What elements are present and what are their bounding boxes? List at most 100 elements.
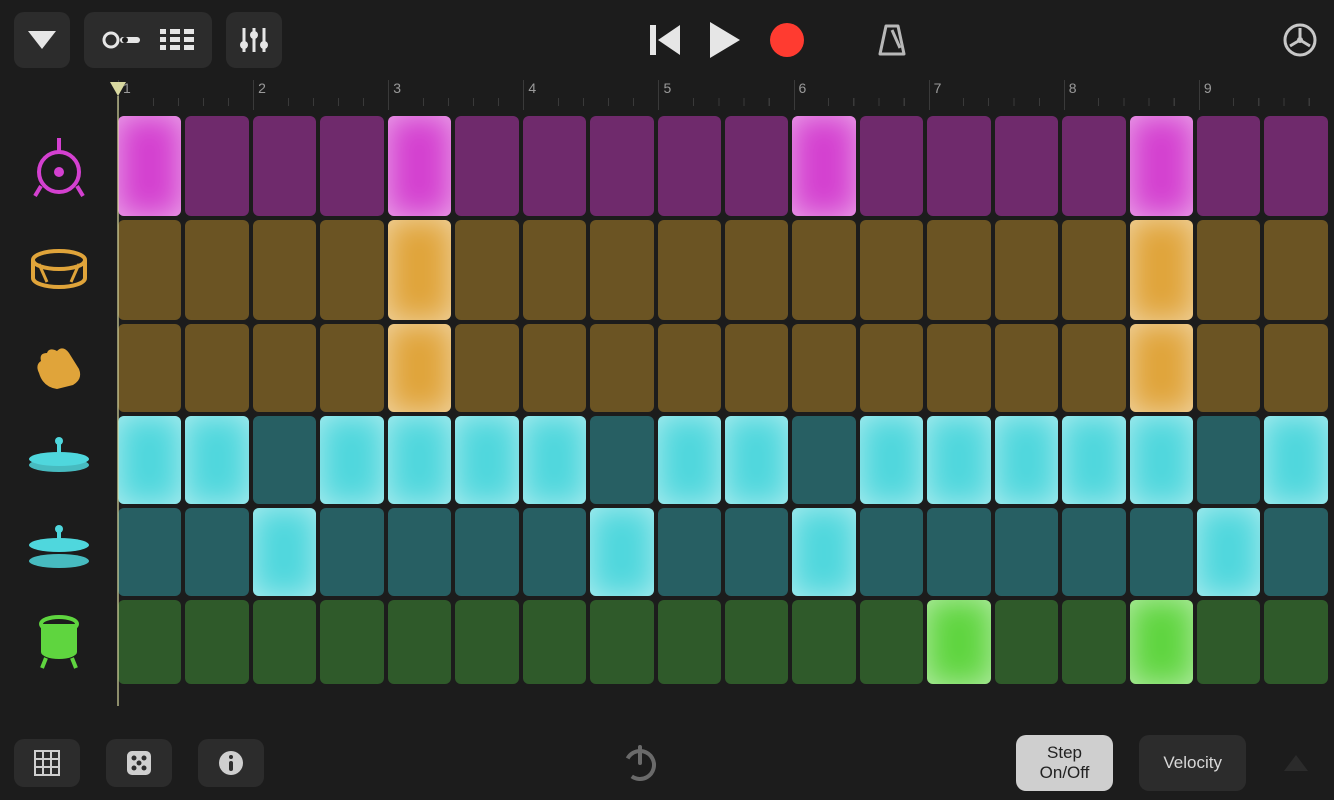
step-cell[interactable] (995, 324, 1058, 412)
step-cell[interactable] (995, 600, 1058, 684)
step-cell[interactable] (1197, 220, 1260, 320)
step-cell[interactable] (1130, 220, 1193, 320)
pattern-button[interactable] (14, 739, 80, 787)
step-cell[interactable] (320, 508, 383, 596)
step-cell[interactable] (185, 416, 248, 504)
step-cell[interactable] (523, 324, 586, 412)
step-cell[interactable] (1264, 116, 1327, 216)
step-cell[interactable] (1130, 324, 1193, 412)
step-cell[interactable] (1264, 508, 1327, 596)
step-cell[interactable] (995, 508, 1058, 596)
step-cell[interactable] (792, 600, 855, 684)
step-cell[interactable] (523, 508, 586, 596)
step-cell[interactable] (320, 416, 383, 504)
step-cell[interactable] (860, 416, 923, 504)
step-cell[interactable] (320, 116, 383, 216)
step-cell[interactable] (523, 220, 586, 320)
step-cell[interactable] (388, 324, 451, 412)
step-cell[interactable] (1130, 508, 1193, 596)
step-cell[interactable] (590, 116, 653, 216)
step-cell[interactable] (118, 324, 181, 412)
step-cell[interactable] (455, 116, 518, 216)
step-cell[interactable] (1062, 220, 1125, 320)
step-cell[interactable] (860, 220, 923, 320)
step-cell[interactable] (658, 600, 721, 684)
play-button[interactable] (710, 22, 740, 58)
step-cell[interactable] (1264, 600, 1327, 684)
step-cell[interactable] (725, 324, 788, 412)
step-cell[interactable] (185, 220, 248, 320)
step-cell[interactable] (455, 600, 518, 684)
step-cell[interactable] (1197, 416, 1260, 504)
step-cell[interactable] (118, 416, 181, 504)
step-cell[interactable] (185, 600, 248, 684)
step-cell[interactable] (118, 508, 181, 596)
step-cell[interactable] (792, 324, 855, 412)
step-cell[interactable] (388, 220, 451, 320)
step-cell[interactable] (388, 416, 451, 504)
step-cell[interactable] (725, 116, 788, 216)
step-cell[interactable] (927, 220, 990, 320)
step-cell[interactable] (388, 508, 451, 596)
step-cell[interactable] (1130, 116, 1193, 216)
tom-icon[interactable] (0, 600, 118, 684)
step-cell[interactable] (927, 416, 990, 504)
step-cell[interactable] (860, 600, 923, 684)
step-cell[interactable] (590, 324, 653, 412)
step-cell[interactable] (1130, 600, 1193, 684)
step-cell[interactable] (118, 600, 181, 684)
step-cell[interactable] (792, 508, 855, 596)
step-cell[interactable] (320, 220, 383, 320)
step-cell[interactable] (118, 220, 181, 320)
step-cell[interactable] (185, 324, 248, 412)
step-cell[interactable] (523, 416, 586, 504)
step-cell[interactable] (388, 116, 451, 216)
step-cell[interactable] (455, 508, 518, 596)
step-cell[interactable] (320, 324, 383, 412)
step-cell[interactable] (860, 116, 923, 216)
clap-icon[interactable] (0, 324, 118, 412)
step-cell[interactable] (1264, 324, 1327, 412)
step-cell[interactable] (118, 116, 181, 216)
mode-step-onoff-button[interactable]: Step On/Off (1016, 735, 1114, 791)
step-cell[interactable] (590, 508, 653, 596)
step-cell[interactable] (590, 600, 653, 684)
step-cell[interactable] (455, 324, 518, 412)
info-button[interactable] (198, 739, 264, 787)
closed-hat-icon[interactable] (0, 416, 118, 504)
mode-velocity-button[interactable]: Velocity (1139, 735, 1246, 791)
step-cell[interactable] (927, 600, 990, 684)
step-cell[interactable] (658, 220, 721, 320)
step-cell[interactable] (860, 508, 923, 596)
step-cell[interactable] (792, 116, 855, 216)
step-cell[interactable] (860, 324, 923, 412)
step-cell[interactable] (658, 508, 721, 596)
step-cell[interactable] (1062, 600, 1125, 684)
step-cell[interactable] (725, 220, 788, 320)
step-cell[interactable] (1062, 116, 1125, 216)
step-cell[interactable] (658, 324, 721, 412)
step-cell[interactable] (995, 416, 1058, 504)
step-cell[interactable] (523, 116, 586, 216)
step-cell[interactable] (253, 416, 316, 504)
step-cell[interactable] (320, 600, 383, 684)
step-cell[interactable] (1264, 416, 1327, 504)
settings-button[interactable] (1280, 20, 1320, 60)
open-hat-icon[interactable] (0, 508, 118, 596)
metronome-button[interactable] (872, 20, 912, 60)
step-cell[interactable] (995, 116, 1058, 216)
snare-icon[interactable] (0, 220, 118, 320)
step-cell[interactable] (388, 600, 451, 684)
step-cell[interactable] (927, 508, 990, 596)
step-cell[interactable] (658, 416, 721, 504)
step-cell[interactable] (253, 508, 316, 596)
track-controls-button[interactable] (226, 12, 282, 68)
step-cell[interactable] (792, 416, 855, 504)
step-cell[interactable] (523, 600, 586, 684)
step-cell[interactable] (1130, 416, 1193, 504)
step-cell[interactable] (1062, 508, 1125, 596)
kick-icon[interactable] (0, 116, 118, 216)
step-cell[interactable] (1264, 220, 1327, 320)
step-cell[interactable] (1062, 324, 1125, 412)
rewind-button[interactable] (650, 25, 680, 55)
